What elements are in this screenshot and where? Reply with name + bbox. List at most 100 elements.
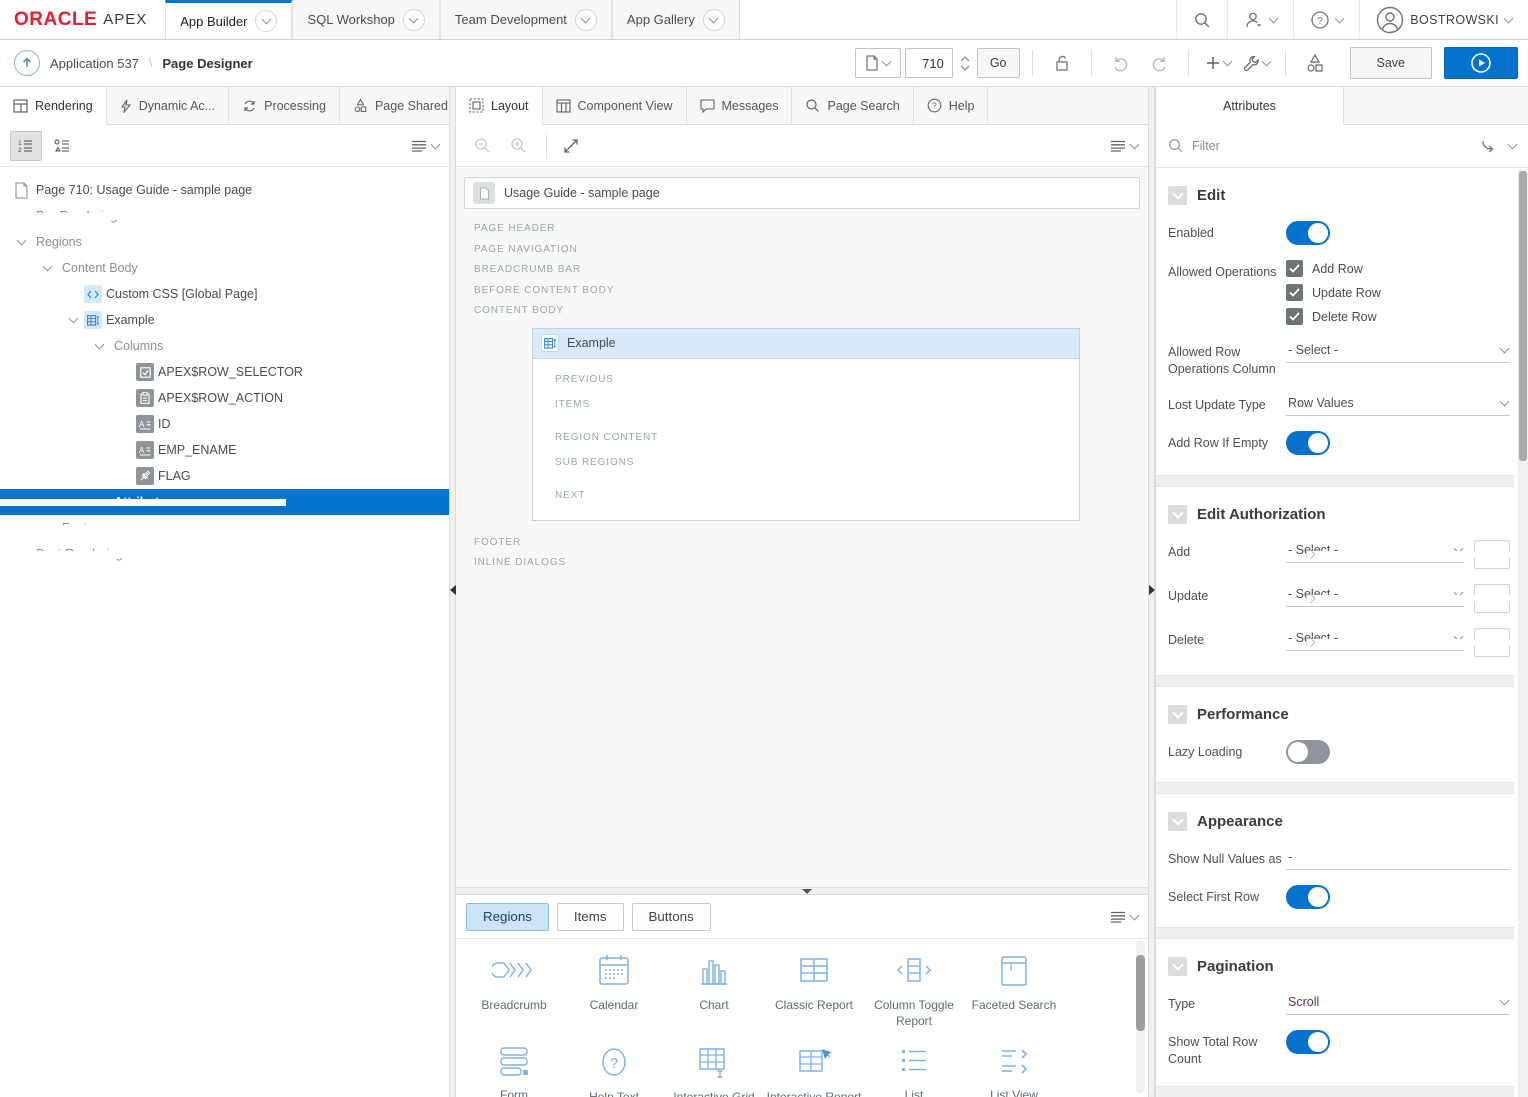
- tree-item-column-flag[interactable]: FLAG: [0, 463, 449, 489]
- chevron-right-icon[interactable]: [0, 499, 286, 506]
- page-finder-button[interactable]: [855, 48, 901, 78]
- page-number-stepper[interactable]: [957, 48, 973, 78]
- gallery-item-list[interactable]: List: [864, 1043, 964, 1097]
- layout-slot-breadcrumb-bar[interactable]: BREADCRUMB BAR: [464, 260, 1140, 281]
- chevron-down-icon[interactable]: [1509, 144, 1516, 148]
- region-slot-sub-regions[interactable]: SUB REGIONS: [543, 450, 1069, 475]
- tab-team-development[interactable]: Team Development: [440, 0, 612, 39]
- gallery-tab-items[interactable]: Items: [557, 903, 624, 931]
- redo-button[interactable]: [1142, 48, 1176, 78]
- zoom-out-button[interactable]: [466, 131, 498, 161]
- lazy-loading-toggle[interactable]: [1286, 740, 1330, 764]
- tab-processing[interactable]: Processing: [229, 87, 340, 124]
- tree-item-columns[interactable]: Columns: [0, 333, 449, 359]
- help-menu-button[interactable]: ?: [1293, 0, 1359, 39]
- tree-item-column-row-action[interactable]: APEX$ROW_ACTION: [0, 385, 449, 411]
- tree-item-regions[interactable]: Regions: [0, 229, 449, 255]
- tree-item-column-row-selector[interactable]: APEX$ROW_SELECTOR: [0, 359, 449, 385]
- collapse-gallery-icon[interactable]: [802, 889, 812, 894]
- layout-slot-footer[interactable]: FOOTER: [464, 533, 1140, 554]
- region-slot-region-content[interactable]: REGION CONTENT: [543, 425, 1069, 450]
- checkbox-checked-icon[interactable]: [1286, 284, 1303, 301]
- tree-item-content-body[interactable]: Content Body: [0, 255, 449, 281]
- gallery-item-form[interactable]: Form: [464, 1043, 564, 1097]
- checkbox-checked-icon[interactable]: [1286, 260, 1303, 277]
- shared-components-button[interactable]: [1298, 48, 1332, 78]
- left-splitter[interactable]: [449, 87, 456, 1097]
- region-slot-items[interactable]: ITEMS: [543, 392, 1069, 417]
- gallery-item-column-toggle-report[interactable]: Column Toggle Report: [864, 951, 964, 1029]
- gallery-menu-button[interactable]: [1110, 911, 1138, 923]
- update-row-checkbox-row[interactable]: Update Row: [1286, 284, 1381, 301]
- chevron-right-icon[interactable]: [0, 551, 208, 558]
- chevron-right-icon[interactable]: [0, 525, 234, 532]
- group-view-button[interactable]: [46, 131, 78, 161]
- order-view-button[interactable]: 12: [10, 131, 42, 161]
- gallery-splitter[interactable]: [456, 887, 1148, 895]
- create-menu-button[interactable]: [1201, 48, 1235, 78]
- tab-dynamic-actions[interactable]: Dynamic Ac...: [107, 87, 229, 124]
- checkbox-checked-icon[interactable]: [1286, 308, 1303, 325]
- global-search-button[interactable]: [1176, 0, 1227, 39]
- layout-slot-before-content-body[interactable]: BEFORE CONTENT BODY: [464, 281, 1140, 302]
- gallery-item-help-text[interactable]: ? Help Text: [564, 1043, 664, 1097]
- gallery-scrollbar[interactable]: [1136, 941, 1145, 1093]
- tab-attributes[interactable]: Attributes: [1156, 87, 1344, 125]
- go-to-application-button[interactable]: [14, 50, 40, 76]
- gallery-tab-buttons[interactable]: Buttons: [632, 903, 711, 931]
- layout-region-example[interactable]: Example PREVIOUS ITEMS REGION CONTENT SU…: [532, 328, 1080, 521]
- gallery-tab-regions[interactable]: Regions: [466, 903, 549, 931]
- chevron-down-icon[interactable]: [575, 9, 597, 31]
- tab-app-gallery[interactable]: App Gallery: [612, 0, 740, 39]
- zoom-in-button[interactable]: [502, 131, 534, 161]
- gallery-item-classic-report[interactable]: Classic Report: [764, 951, 864, 1029]
- region-slot-next[interactable]: NEXT: [543, 483, 1069, 508]
- layout-slot-content-body[interactable]: CONTENT BODY: [464, 301, 1140, 322]
- tree-item-column-emp-ename[interactable]: A EMP_ENAME: [0, 437, 449, 463]
- collapse-section-icon[interactable]: [1168, 705, 1187, 724]
- show-total-row-count-toggle[interactable]: [1286, 1030, 1330, 1054]
- save-button[interactable]: Save: [1350, 47, 1433, 79]
- tab-page-search[interactable]: Page Search: [792, 87, 913, 124]
- collapse-section-icon[interactable]: [1168, 505, 1187, 524]
- tree-item-footer[interactable]: Footer: [0, 515, 449, 541]
- select-first-row-toggle[interactable]: [1286, 885, 1330, 909]
- show-null-values-input[interactable]: [1286, 847, 1510, 870]
- tab-layout[interactable]: Layout: [456, 87, 543, 125]
- undo-button[interactable]: [1104, 48, 1138, 78]
- go-button[interactable]: Go: [977, 48, 1020, 78]
- chevron-down-icon[interactable]: [18, 240, 25, 244]
- enabled-toggle[interactable]: [1286, 221, 1330, 245]
- tree-menu-button[interactable]: [411, 140, 439, 152]
- allowed-row-operations-column-select[interactable]: - Select -: [1286, 340, 1510, 363]
- collapse-section-icon[interactable]: [1168, 186, 1187, 205]
- chevron-down-icon[interactable]: [44, 266, 51, 270]
- layout-region-example-header[interactable]: Example: [533, 329, 1079, 359]
- gallery-item-calendar[interactable]: Calendar: [564, 951, 664, 1029]
- tab-sql-workshop[interactable]: SQL Workshop: [292, 0, 439, 39]
- tab-rendering[interactable]: Rendering: [0, 87, 107, 125]
- layout-slot-inline-dialogs[interactable]: INLINE DIALOGS: [464, 553, 1140, 574]
- layout-menu-button[interactable]: [1110, 140, 1138, 152]
- layout-slot-page-header[interactable]: PAGE HEADER: [464, 219, 1140, 240]
- add-row-if-empty-toggle[interactable]: [1286, 431, 1330, 455]
- tab-help[interactable]: ? Help: [914, 87, 989, 124]
- attributes-scrollbar[interactable]: [1518, 169, 1528, 1097]
- gallery-item-faceted-search[interactable]: Faceted Search: [964, 951, 1064, 1029]
- right-splitter[interactable]: [1148, 87, 1155, 1097]
- utilities-menu-button[interactable]: [1239, 48, 1273, 78]
- breadcrumb-application[interactable]: Application 537: [50, 56, 139, 71]
- gallery-item-list-view[interactable]: List View: [964, 1043, 1064, 1097]
- attributes-filter-input[interactable]: [1192, 139, 1473, 153]
- attributes-scrollbar-thumb[interactable]: [1519, 171, 1527, 461]
- user-menu-button[interactable]: BOSTROWSKI: [1359, 0, 1528, 39]
- tab-app-builder[interactable]: App Builder: [165, 0, 292, 39]
- page-number-input[interactable]: [905, 48, 953, 78]
- tree-item-post-rendering[interactable]: Post-Rendering: [0, 541, 449, 567]
- delete-row-checkbox-row[interactable]: Delete Row: [1286, 308, 1381, 325]
- tree-item-page[interactable]: Page 710: Usage Guide - sample page: [0, 177, 449, 203]
- layout-page-node[interactable]: Usage Guide - sample page: [464, 177, 1140, 209]
- run-page-button[interactable]: [1444, 47, 1518, 79]
- chevron-right-icon[interactable]: [0, 213, 208, 220]
- tree-item-custom-css[interactable]: Custom CSS [Global Page]: [0, 281, 449, 307]
